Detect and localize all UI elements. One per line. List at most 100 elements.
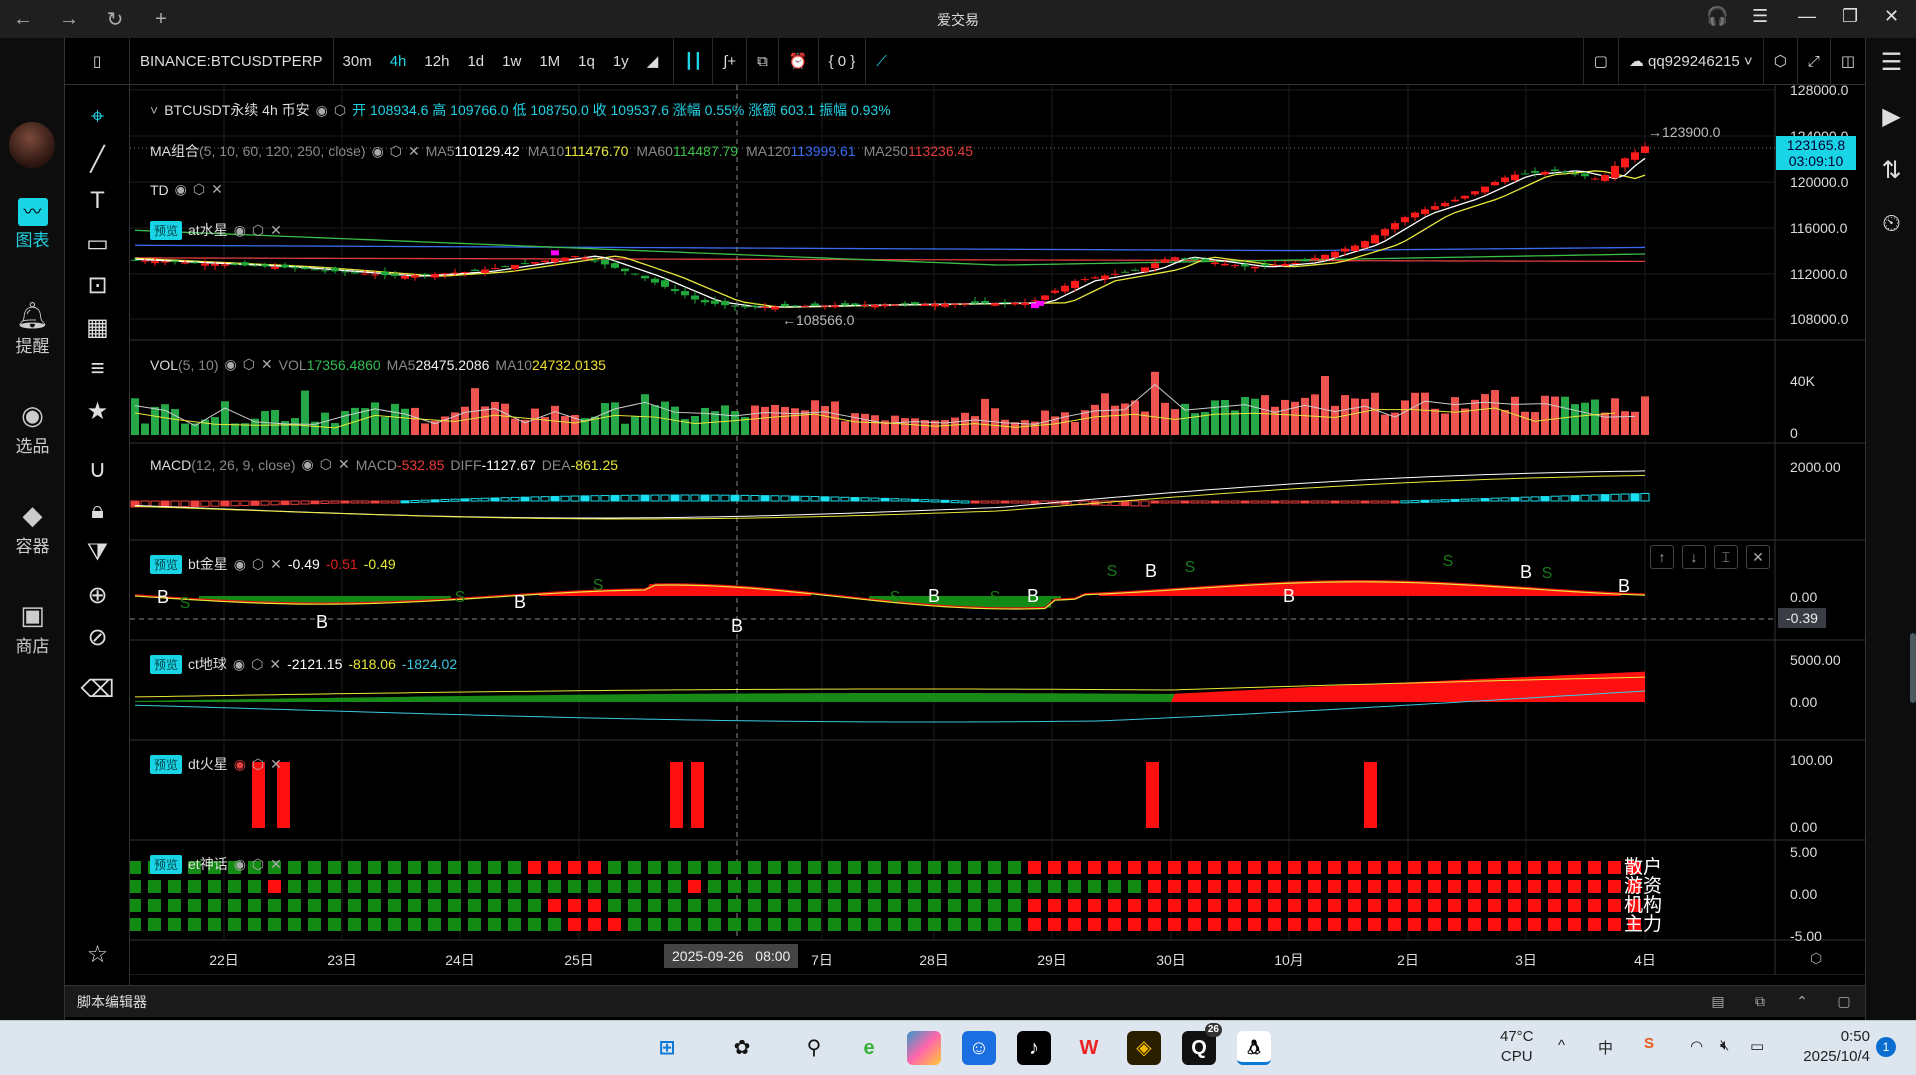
play-icon[interactable]: ▶ <box>1866 102 1916 131</box>
timeframe-4h[interactable]: 4h <box>381 53 416 70</box>
close-icon[interactable]: ✕ <box>270 222 282 239</box>
battery-icon[interactable]: ▭ <box>1750 1037 1764 1055</box>
settings-icon[interactable]: ⬡ <box>251 656 263 673</box>
close-icon[interactable]: ✕ <box>211 181 223 198</box>
drawing-mode-icon[interactable]: ⟋ <box>866 38 897 85</box>
move-up-button[interactable]: ↑ <box>1650 545 1674 569</box>
filter-icon[interactable]: ⧩ <box>65 539 130 567</box>
eye-icon[interactable]: ◉ <box>234 756 246 773</box>
close-icon[interactable]: ✕ <box>270 756 282 773</box>
chart-canvas[interactable]: BBBBB BBBBBS SSS SS S SS <box>130 85 1865 975</box>
ime-indicator[interactable]: 中 <box>1598 1037 1613 1058</box>
indicator-icon[interactable]: ∫+ <box>713 37 748 85</box>
axis-settings-icon[interactable]: ⬡ <box>1810 950 1822 967</box>
panel-toggle-icon[interactable]: ◫ <box>1831 38 1865 85</box>
list-icon[interactable]: ☰ <box>1866 48 1916 77</box>
star-icon[interactable]: ★ <box>65 397 130 426</box>
menu-icon[interactable]: ☰ <box>1752 6 1768 27</box>
forward-button[interactable]: → <box>46 8 92 31</box>
alarm-icon[interactable]: ⏰ <box>779 37 819 85</box>
preview-badge[interactable]: 预览 <box>150 654 183 674</box>
save-icon[interactable]: ▤ <box>1697 993 1739 1010</box>
sidebar-item-alerts[interactable]: 🔔︎ 提醒 <box>0 298 65 357</box>
target-icon[interactable]: ⊕ <box>65 581 130 610</box>
qq-browser-icon[interactable]: Q 26 <box>1182 1023 1222 1065</box>
trading-app-icon[interactable]: ◈ <box>1127 1031 1161 1065</box>
new-tab-button[interactable]: + <box>138 8 184 31</box>
notification-badge[interactable]: 1 <box>1876 1037 1896 1057</box>
timeframe-more-icon[interactable]: ◢ <box>638 52 668 70</box>
tray-chevron-icon[interactable]: ^ <box>1558 1037 1565 1054</box>
fib-tool-icon[interactable]: ≡ <box>65 355 130 383</box>
move-down-button[interactable]: ↓ <box>1682 545 1706 569</box>
gallery-app-icon[interactable] <box>907 1031 941 1065</box>
eye-icon[interactable]: ◉ <box>233 656 245 673</box>
windows-start-icon[interactable]: ⊞ <box>650 1031 684 1065</box>
user-account-button[interactable]: ☁ qq929246215 ˅ <box>1619 37 1764 85</box>
eye-icon[interactable]: ◉ <box>175 181 187 198</box>
settings-icon[interactable]: ⬡ <box>252 222 264 239</box>
settings-icon[interactable]: ⬡ <box>252 756 264 773</box>
maximize-icon[interactable]: ▢ <box>1823 993 1865 1010</box>
popout-icon[interactable]: ⧉ <box>1739 993 1781 1010</box>
sidebar-item-container[interactable]: ◆ 容器 <box>0 498 65 557</box>
script-editor-label[interactable]: 脚本编辑器 <box>65 992 147 1012</box>
maximize-pane-button[interactable]: ⌶ <box>1714 545 1738 569</box>
preview-badge[interactable]: 预览 <box>150 554 183 574</box>
back-button[interactable]: ← <box>0 8 46 31</box>
eye-icon[interactable]: ◉ <box>316 102 328 119</box>
favorite-star-icon[interactable]: ☆ <box>65 940 130 969</box>
timeframe-1w[interactable]: 1w <box>493 53 530 70</box>
trade-icon[interactable]: ⇅ <box>1866 156 1916 185</box>
headset-icon[interactable]: 🎧 <box>1706 6 1728 27</box>
minimize-button[interactable]: — <box>1798 6 1816 27</box>
collapse-chevron-icon[interactable]: ˅ <box>150 102 158 118</box>
timeframe-1q[interactable]: 1q <box>569 53 604 70</box>
close-icon[interactable]: ✕ <box>261 356 273 373</box>
sogou-icon[interactable]: S <box>1644 1035 1654 1052</box>
settings-icon[interactable]: ⬡ <box>243 356 255 373</box>
search-icon[interactable]: ⚲ <box>797 1031 831 1065</box>
lock-icon[interactable]: 🔒︎ <box>65 497 130 525</box>
symbol-selector[interactable]: BINANCE:BTCUSDTPERP <box>130 37 334 85</box>
cursor-icon[interactable]: ⌖ <box>65 103 130 131</box>
sidebar-item-screener[interactable]: ◉ 选品 <box>0 398 65 457</box>
expand-up-icon[interactable]: ⌃ <box>1781 993 1823 1010</box>
eye-icon[interactable]: ◉ <box>234 556 246 573</box>
clock[interactable]: 0:50 2025/10/4 <box>1790 1027 1870 1067</box>
settings-icon[interactable]: ⬡ <box>252 556 264 573</box>
sidebar-item-store[interactable]: ▣ 商店 <box>0 598 65 657</box>
avatar[interactable] <box>9 122 55 168</box>
settings-icon[interactable]: ⬡ <box>390 143 402 160</box>
grid-tool-icon[interactable]: ▦ <box>65 313 130 342</box>
timeframe-1y[interactable]: 1y <box>604 53 638 70</box>
mute-icon[interactable]: 🔇︎ <box>1720 1037 1729 1054</box>
scrollbar[interactable] <box>1910 633 1916 703</box>
fullscreen-box-icon[interactable]: ▢ <box>1582 37 1619 85</box>
preview-badge[interactable]: 预览 <box>150 754 183 774</box>
wps-icon[interactable]: W <box>1072 1031 1106 1065</box>
close-icon[interactable]: ✕ <box>269 656 281 673</box>
fan-app-icon[interactable]: ✿ <box>725 1031 759 1065</box>
line-tool-icon[interactable]: ╱ <box>65 145 130 174</box>
text-tool-icon[interactable]: T <box>65 187 130 215</box>
hide-icon[interactable]: ⊘ <box>65 623 130 652</box>
preview-badge[interactable]: 预览 <box>150 220 183 240</box>
sidebar-item-chart[interactable]: 〰图表 <box>0 198 65 251</box>
close-pane-button[interactable]: ✕ <box>1746 545 1770 569</box>
indicator-count-button[interactable]: { 0 } <box>819 37 867 85</box>
close-icon[interactable]: ✕ <box>408 143 420 160</box>
timeframe-30m[interactable]: 30m <box>334 53 381 70</box>
compare-icon[interactable]: ⧉ <box>747 37 779 85</box>
eye-icon[interactable]: ◉ <box>234 222 246 239</box>
cpu-temp[interactable]: 47°C CPU <box>1500 1027 1534 1067</box>
close-icon[interactable]: ✕ <box>270 556 282 573</box>
timeframe-1M[interactable]: 1M <box>530 53 569 70</box>
wifi-icon[interactable]: ◠ <box>1690 1037 1703 1055</box>
eye-icon[interactable]: ◉ <box>302 456 314 473</box>
layout-toggle-icon[interactable]: ▯ <box>65 37 130 85</box>
close-icon[interactable]: ✕ <box>270 856 282 873</box>
settings-icon[interactable]: ⬡ <box>252 856 264 873</box>
browser-icon[interactable]: e <box>852 1031 886 1065</box>
timeframe-12h[interactable]: 12h <box>415 53 458 70</box>
